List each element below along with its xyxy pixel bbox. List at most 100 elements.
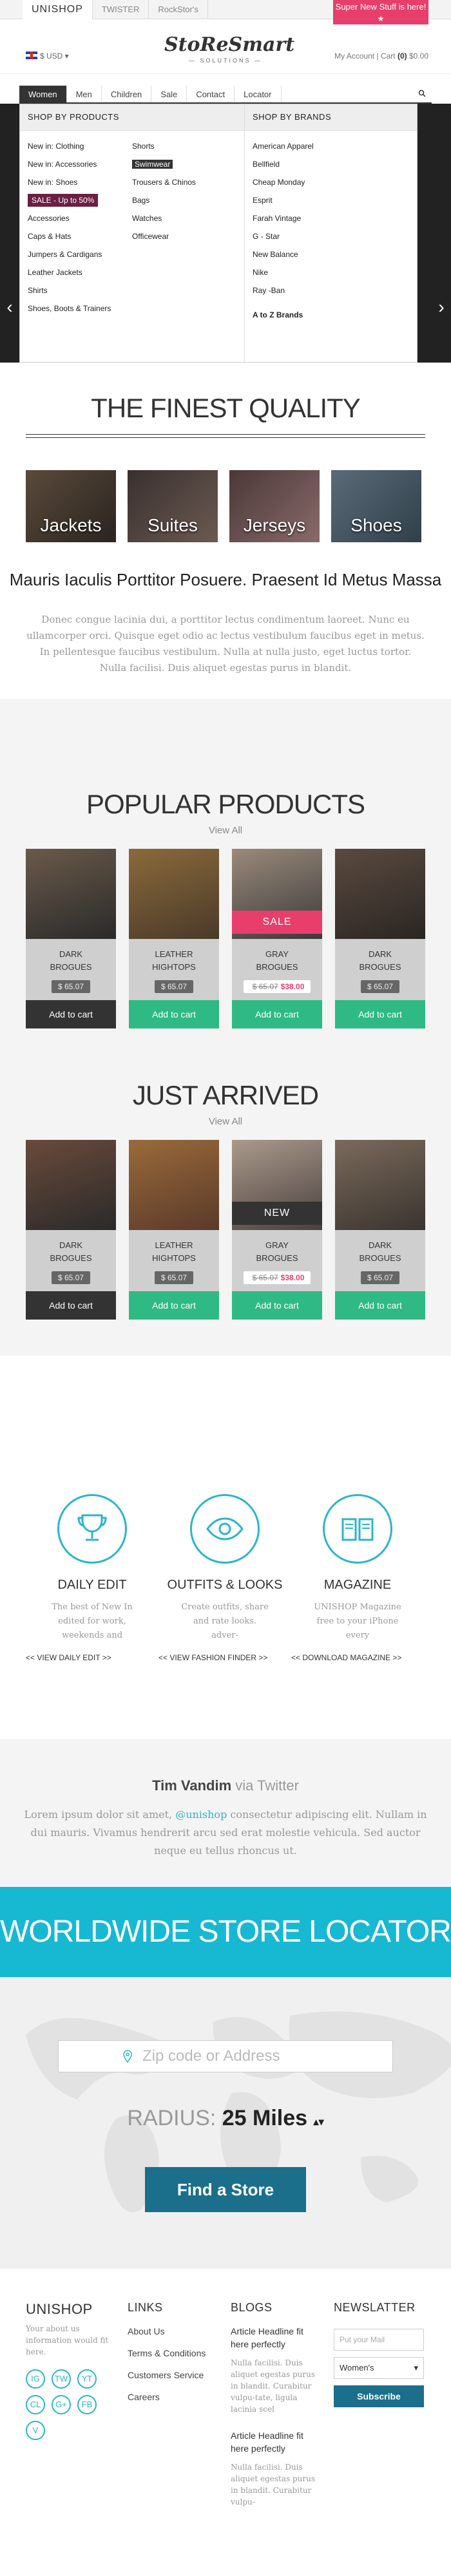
category-jackets[interactable]: Jackets [26,470,116,542]
footer-logo[interactable]: UNISHOP [26,2301,110,2318]
footer-link[interactable]: Customers Service [128,2370,218,2380]
product-card[interactable]: DARK BROGUES $ 65.07 Add to cart [335,849,425,1028]
view-all-popular[interactable]: View All [0,825,451,836]
brand-item[interactable]: Ray -Ban [253,281,409,299]
menu-item[interactable]: Watches [132,209,236,227]
footer-link[interactable]: Terms & Conditions [128,2348,218,2358]
menu-item[interactable]: Accessories [28,209,132,227]
add-to-cart-button[interactable]: Add to cart [232,1000,322,1028]
menu-item[interactable]: Leather Jackets [28,263,132,281]
find-store-button[interactable]: Find a Store [145,2167,306,2212]
product-image[interactable] [335,849,425,939]
product-card[interactable]: LEATHER HIGHTOPS $ 65.07 Add to cart [129,1140,219,1320]
footer-link[interactable]: Careers [128,2392,218,2402]
menu-item[interactable]: Shoes, Boots & Trainers [28,299,132,317]
brand-item[interactable]: Farah Vintage [253,209,409,227]
menu-item[interactable]: Trousers & Chinos [132,173,236,191]
product-image[interactable] [129,849,219,939]
menu-item[interactable]: Jumpers & Cardigans [28,245,132,263]
brand-item[interactable]: American Apparel [253,137,409,155]
product-card[interactable]: DARK BROGUES $ 65.07 Add to cart [26,849,116,1028]
menu-item[interactable]: Shorts [132,137,236,155]
category-jerseys[interactable]: Jerseys [229,470,320,542]
view-daily-edit-link[interactable]: << VIEW DAILY EDIT >> [26,1653,158,1662]
subscribe-button[interactable]: Subscribe [334,2385,424,2407]
product-image[interactable]: NEW [232,1140,322,1230]
cart-link[interactable]: Cart (0) $0.00 [381,52,428,61]
brand-item[interactable]: Esprit [253,191,409,209]
blog-title[interactable]: Article Headline fit here perfectly [231,2429,321,2455]
twitter-icon[interactable]: TW [52,2369,71,2389]
add-to-cart-button[interactable]: Add to cart [129,1000,219,1028]
newsletter-email-input[interactable]: Put your Mail [334,2329,424,2351]
tab-unishop[interactable]: UNISHOP [23,0,93,19]
radius-selector[interactable]: RADIUS: 25 Miles ▴▾ [0,2106,451,2131]
my-account-link[interactable]: My Account [334,52,374,61]
product-image[interactable] [26,849,116,939]
menu-item[interactable]: Bags [132,191,236,209]
product-name: HIGHTOPS [152,1253,196,1263]
nav-children[interactable]: Children [102,86,152,102]
blog-title[interactable]: Article Headline fit here perfectly [231,2325,321,2351]
brand-item[interactable]: New Balance [253,245,409,263]
product-image[interactable]: SALE [232,849,322,939]
category-shoes[interactable]: Shoes [331,470,421,542]
product-image[interactable] [335,1140,425,1230]
tab-twister[interactable]: TWISTER [93,0,149,19]
menu-item[interactable]: New in: Shoes [28,173,132,191]
facebook-icon[interactable]: FB [77,2395,97,2414]
vimeo-icon[interactable]: V [26,2421,45,2440]
search-icon[interactable] [412,86,432,102]
brand-item[interactable]: Nike [253,263,409,281]
nav-women[interactable]: Women [19,86,67,102]
product-card[interactable]: DARK BROGUES $ 65.07 Add to cart [335,1140,425,1320]
cloud-icon[interactable]: CL [26,2395,45,2414]
google-plus-icon[interactable]: G+ [52,2395,71,2414]
product-card[interactable]: NEW GRAY BROGUES $ 65.07 $38.00 Add to cart [232,1140,322,1320]
sale-tag[interactable]: SALE - Up to 50% [28,194,99,207]
menu-item[interactable]: New in: Accessories [28,155,132,173]
menu-item[interactable]: Shirts [28,281,132,299]
view-fashion-finder-link[interactable]: << VIEW FASHION FINDER >> [158,1653,291,1662]
menu-item[interactable]: Caps & Hats [28,227,132,245]
brand-item[interactable]: Cheap Monday [253,173,409,191]
add-to-cart-button[interactable]: Add to cart [232,1291,322,1320]
currency-selector[interactable]: $ USD ▾ [26,52,69,61]
zip-address-input[interactable]: Zip code or Address [58,2040,393,2072]
add-to-cart-button[interactable]: Add to cart [26,1000,116,1028]
youtube-icon[interactable]: YT [77,2369,97,2389]
menu-item[interactable]: Officewear [132,227,236,245]
radius-stepper-icon[interactable]: ▴▾ [314,2117,324,2128]
nav-locator[interactable]: Locator [235,86,282,102]
product-image[interactable] [26,1140,116,1230]
add-to-cart-button[interactable]: Add to cart [129,1291,219,1320]
add-to-cart-button[interactable]: Add to cart [335,1291,425,1320]
instagram-icon[interactable]: IG [26,2369,45,2389]
category-label: Jerseys [243,515,306,535]
nav-contact[interactable]: Contact [187,86,235,102]
product-image[interactable] [129,1140,219,1230]
product-card[interactable]: SALE GRAY BROGUES $ 65.07 $38.00 Add to car… [232,849,322,1028]
menu-item[interactable]: New in: Clothing [28,137,132,155]
product-card[interactable]: DARK BROGUES $ 65.07 Add to cart [26,1140,116,1320]
twitter-handle-link[interactable]: @unishop [175,1808,227,1821]
add-to-cart-button[interactable]: Add to cart [335,1000,425,1028]
add-to-cart-button[interactable]: Add to cart [26,1291,116,1320]
nav-men[interactable]: Men [67,86,102,102]
newsletter-category-select[interactable]: Women's [334,2357,424,2379]
view-all-arrived[interactable]: View All [0,1116,451,1127]
brand-item[interactable]: G - Star [253,227,409,245]
logo[interactable]: StoReSmart — SOLUTIONS — [164,33,294,64]
hero-next-icon[interactable]: › [435,297,448,329]
a-to-z-brands-link[interactable]: A to Z Brands [253,306,409,324]
menu-item-highlighted[interactable]: Swimwear [132,160,173,169]
product-card[interactable]: LEATHER HIGHTOPS $ 65.07 Add to cart [129,849,219,1028]
footer-link[interactable]: About Us [128,2326,218,2336]
category-suites[interactable]: Suites [128,470,218,542]
download-magazine-link[interactable]: << DOWNLOAD MAGAZINE >> [291,1653,424,1662]
brand-item[interactable]: Bellfield [253,155,409,173]
hero-prev-icon[interactable]: ‹ [3,297,16,329]
store-locator: Zip code or Address RADIUS: 25 Miles ▴▾ … [0,1977,451,2268]
tab-rockstors[interactable]: RockStor's [149,0,208,19]
nav-sale[interactable]: Sale [151,86,187,102]
